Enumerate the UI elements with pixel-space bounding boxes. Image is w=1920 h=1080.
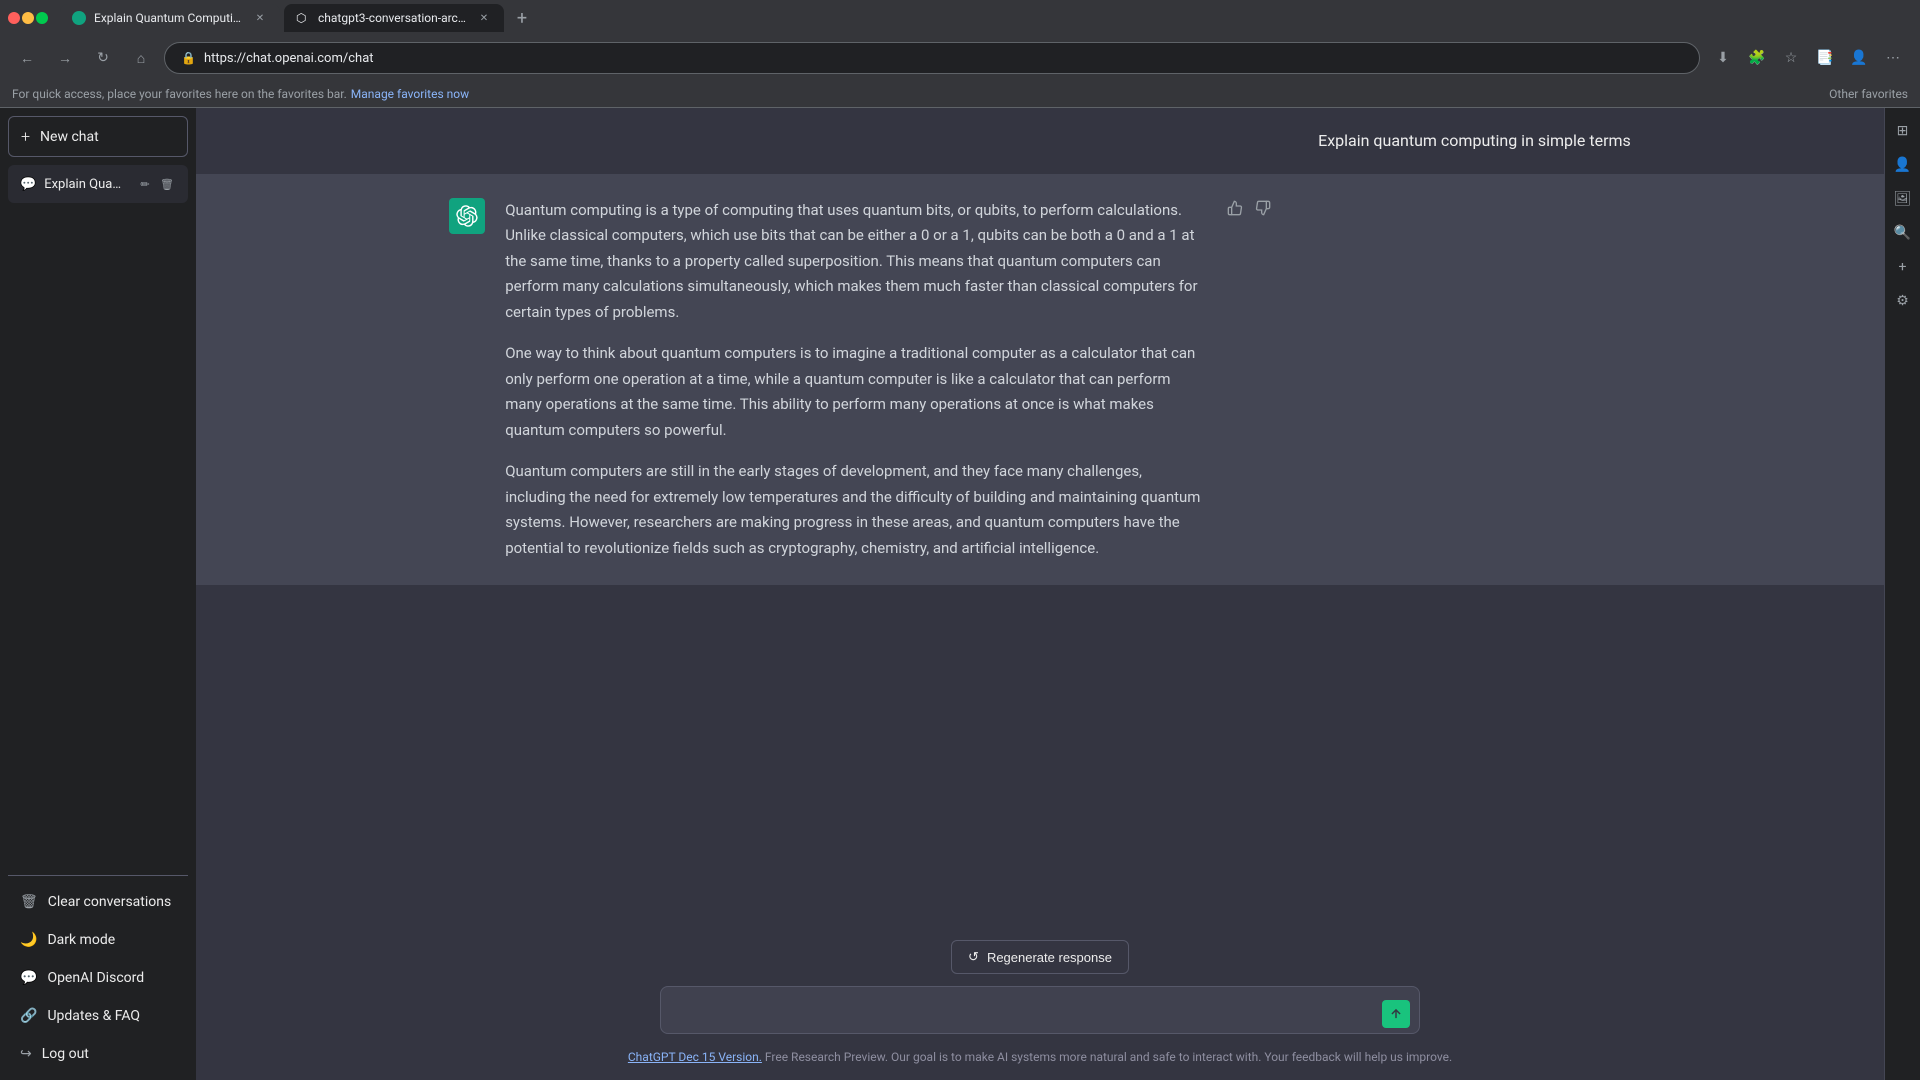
right-panel-btn-1[interactable]: ⊞ xyxy=(1888,116,1918,146)
right-panel-btn-5[interactable]: + xyxy=(1888,252,1918,282)
chat-input[interactable] xyxy=(660,986,1420,1034)
new-chat-label: New chat xyxy=(40,129,99,145)
assistant-message-container: Quantum computing is a type of computing… xyxy=(196,174,1884,586)
assistant-message-content: Quantum computing is a type of computing… xyxy=(505,198,1205,562)
assistant-paragraph-3: Quantum computers are still in the early… xyxy=(505,459,1205,561)
thumbs-down-button[interactable] xyxy=(1253,198,1273,218)
discord-icon: 💬 xyxy=(20,970,37,986)
assistant-avatar xyxy=(449,198,485,234)
chat-item-icon: 💬 xyxy=(20,177,36,192)
regenerate-icon: ↺ xyxy=(968,949,979,965)
right-panel: ⊞ 👤 🖼 🔍 + ⚙ xyxy=(1884,108,1920,1080)
tab-favicon-2: ⬡ xyxy=(296,11,310,25)
dark-mode-icon: 🌙 xyxy=(20,932,37,948)
nav-bar: ← → ↻ ⌂ 🔒 https://chat.openai.com/chat ⬇… xyxy=(0,36,1920,80)
sidebar-bottom: 🗑 Clear conversations 🌙 Dark mode 💬 Open… xyxy=(8,875,188,1072)
main-content: Explain quantum computing in simple term… xyxy=(196,108,1884,1080)
dark-mode-button[interactable]: 🌙 Dark mode xyxy=(8,922,188,958)
message-actions xyxy=(1225,198,1273,218)
plus-icon: + xyxy=(21,127,30,146)
other-favorites-text: Other favorites xyxy=(1829,87,1908,101)
send-button[interactable] xyxy=(1382,1000,1410,1028)
home-button[interactable]: ⌂ xyxy=(126,43,156,73)
new-chat-button[interactable]: + New chat xyxy=(8,116,188,157)
tab-bar: Explain Quantum Computing ✕ ⬡ chatgpt3-c… xyxy=(0,0,1920,36)
chat-item-1[interactable]: 💬 Explain Quantum Comp ✏ 🗑 xyxy=(8,165,188,203)
updates-faq-button[interactable]: 🔗 Updates & FAQ xyxy=(8,998,188,1034)
extensions-button[interactable]: 🧩 xyxy=(1742,43,1772,73)
browser-window-controls xyxy=(8,12,48,24)
user-message: Explain quantum computing in simple term… xyxy=(1318,128,1631,154)
updates-icon: 🔗 xyxy=(20,1008,37,1024)
right-panel-btn-6[interactable]: ⚙ xyxy=(1888,286,1918,316)
tab-close-2[interactable]: ✕ xyxy=(476,10,492,26)
chat-item-label-1: Explain Quantum Comp xyxy=(44,177,128,192)
clear-conversations-button[interactable]: 🗑 Clear conversations xyxy=(8,884,188,920)
user-message-container: Explain quantum computing in simple term… xyxy=(196,108,1884,174)
window-maximize-btn[interactable] xyxy=(36,12,48,24)
logout-label: Log out xyxy=(42,1046,89,1062)
discord-button[interactable]: 💬 OpenAI Discord xyxy=(8,960,188,996)
footer-text: ChatGPT Dec 15 Version. Free Research Pr… xyxy=(628,1050,1452,1064)
input-box-container xyxy=(660,986,1420,1038)
regenerate-response-button[interactable]: ↺ Regenerate response xyxy=(951,940,1129,974)
openai-logo xyxy=(456,205,478,227)
footer-description: Free Research Preview. Our goal is to ma… xyxy=(765,1050,1452,1064)
downloads-button[interactable]: ⬇ xyxy=(1708,43,1738,73)
regenerate-label: Regenerate response xyxy=(987,950,1112,965)
tab-close-1[interactable]: ✕ xyxy=(252,10,268,26)
favorites-bar: For quick access, place your favorites h… xyxy=(0,80,1920,108)
assistant-message-wrapper: Quantum computing is a type of computing… xyxy=(505,198,1205,562)
reload-button[interactable]: ↻ xyxy=(88,43,118,73)
tab-label-2: chatgpt3-conversation-archive/... xyxy=(318,11,468,25)
logout-button[interactable]: ↪ Log out xyxy=(8,1036,188,1072)
manage-favorites-link[interactable]: Manage favorites now xyxy=(351,87,469,101)
right-panel-btn-2[interactable]: 👤 xyxy=(1888,150,1918,180)
app-container: + New chat 💬 Explain Quantum Comp ✏ 🗑 🗑 … xyxy=(0,108,1920,1080)
nav-actions: ⬇ 🧩 ☆ 📑 👤 ⋯ xyxy=(1708,43,1908,73)
dark-mode-label: Dark mode xyxy=(47,932,115,948)
sidebar: + New chat 💬 Explain Quantum Comp ✏ 🗑 🗑 … xyxy=(0,108,196,1080)
window-close-btn[interactable] xyxy=(8,12,20,24)
user-message-text: Explain quantum computing in simple term… xyxy=(1318,131,1631,150)
new-tab-button[interactable]: + xyxy=(508,4,536,32)
collections-button[interactable]: 📑 xyxy=(1810,43,1840,73)
delete-chat-button[interactable]: 🗑 xyxy=(158,175,176,193)
footer-link[interactable]: ChatGPT Dec 15 Version. xyxy=(628,1050,762,1064)
updates-label: Updates & FAQ xyxy=(47,1008,140,1024)
right-panel-btn-4[interactable]: 🔍 xyxy=(1888,218,1918,248)
browser-tab-1[interactable]: Explain Quantum Computing ✕ xyxy=(60,4,280,32)
tab-label-1: Explain Quantum Computing xyxy=(94,11,244,25)
favorites-bar-text: For quick access, place your favorites h… xyxy=(12,87,347,101)
window-minimize-btn[interactable] xyxy=(22,12,34,24)
tab-favicon-1 xyxy=(72,11,86,25)
chat-list: 💬 Explain Quantum Comp ✏ 🗑 xyxy=(8,165,188,875)
discord-label: OpenAI Discord xyxy=(47,970,144,986)
chat-area: Explain quantum computing in simple term… xyxy=(196,108,1884,924)
input-area: ↺ Regenerate response ChatGPT Dec 15 Ver… xyxy=(196,924,1884,1080)
back-button[interactable]: ← xyxy=(12,43,42,73)
favorites-button[interactable]: ☆ xyxy=(1776,43,1806,73)
assistant-paragraph-2: One way to think about quantum computers… xyxy=(505,341,1205,443)
browser-tab-2[interactable]: ⬡ chatgpt3-conversation-archive/... ✕ xyxy=(284,4,504,32)
edit-chat-button[interactable]: ✏ xyxy=(136,175,154,193)
chat-item-actions-1: ✏ 🗑 xyxy=(136,175,176,193)
logout-icon: ↪ xyxy=(20,1046,32,1062)
browser-chrome: Explain Quantum Computing ✕ ⬡ chatgpt3-c… xyxy=(0,0,1920,108)
address-bar[interactable]: 🔒 https://chat.openai.com/chat xyxy=(164,42,1700,74)
assistant-paragraph-1: Quantum computing is a type of computing… xyxy=(505,198,1205,326)
thumbs-up-button[interactable] xyxy=(1225,198,1245,218)
forward-button[interactable]: → xyxy=(50,43,80,73)
clear-conversations-label: Clear conversations xyxy=(48,894,171,910)
address-text: https://chat.openai.com/chat xyxy=(204,51,374,66)
settings-button[interactable]: ⋯ xyxy=(1878,43,1908,73)
clear-icon: 🗑 xyxy=(20,894,38,910)
right-panel-btn-3[interactable]: 🖼 xyxy=(1888,184,1918,214)
profile-button[interactable]: 👤 xyxy=(1844,43,1874,73)
